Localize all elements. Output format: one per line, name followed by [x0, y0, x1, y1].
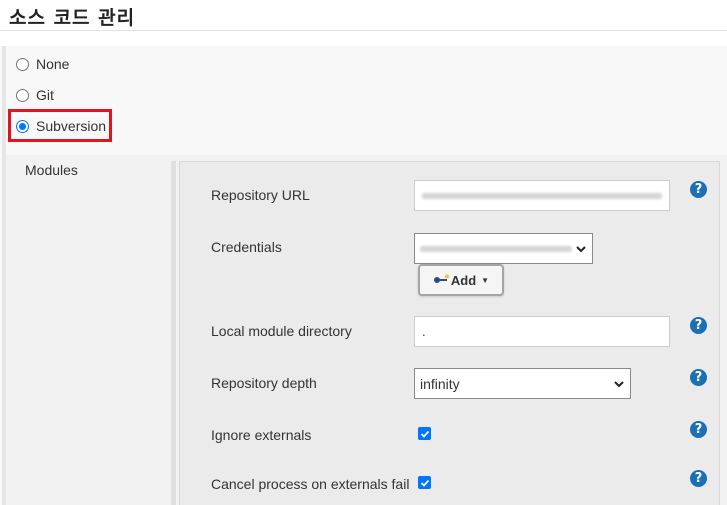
radio-label-none: None — [36, 56, 70, 72]
check-icon — [420, 430, 429, 438]
section-header: 소스 코드 관리 — [0, 0, 727, 31]
radio-label-git: Git — [36, 87, 54, 103]
local-module-directory-label: Local module directory — [211, 323, 352, 339]
credentials-label: Credentials — [211, 239, 282, 255]
add-button-label: Add — [450, 272, 477, 288]
caret-down-icon: ▼ — [481, 275, 490, 285]
help-icon[interactable]: ? — [690, 181, 707, 198]
add-credentials-button[interactable]: Add ▼ — [418, 264, 504, 296]
help-icon[interactable]: ? — [690, 470, 707, 487]
repository-url-input[interactable] — [414, 180, 670, 211]
help-icon[interactable]: ? — [690, 369, 707, 386]
check-icon — [420, 479, 429, 487]
help-icon[interactable]: ? — [690, 317, 707, 334]
repository-depth-value: infinity — [420, 375, 460, 392]
repeatable-bar — [171, 161, 176, 505]
repository-url-label: Repository URL — [211, 187, 310, 203]
local-module-directory-input[interactable]: . — [414, 316, 670, 347]
radio-button[interactable] — [16, 57, 29, 71]
modules-label: Modules — [25, 162, 78, 178]
redacted-text — [420, 245, 572, 252]
chevron-down-icon — [576, 245, 586, 252]
help-icon[interactable]: ? — [690, 421, 707, 438]
redacted-text — [422, 192, 662, 199]
radio-git[interactable]: Git — [16, 84, 54, 106]
cancel-process-checkbox[interactable] — [418, 476, 431, 489]
radio-button[interactable] — [16, 88, 29, 102]
local-module-directory-value: . — [422, 324, 426, 339]
ignore-externals-checkbox[interactable] — [418, 427, 431, 440]
chevron-down-icon — [614, 380, 624, 387]
section-title: 소스 코드 관리 — [9, 7, 136, 29]
radio-none[interactable]: None — [16, 53, 69, 75]
cancel-process-label: Cancel process on externals fail — [211, 476, 410, 492]
repository-depth-label: Repository depth — [211, 375, 317, 391]
credentials-select[interactable] — [414, 233, 593, 264]
ignore-externals-label: Ignore externals — [211, 427, 312, 443]
highlight-box — [8, 109, 112, 142]
repository-depth-select[interactable]: infinity — [414, 368, 631, 399]
key-icon — [433, 274, 449, 283]
